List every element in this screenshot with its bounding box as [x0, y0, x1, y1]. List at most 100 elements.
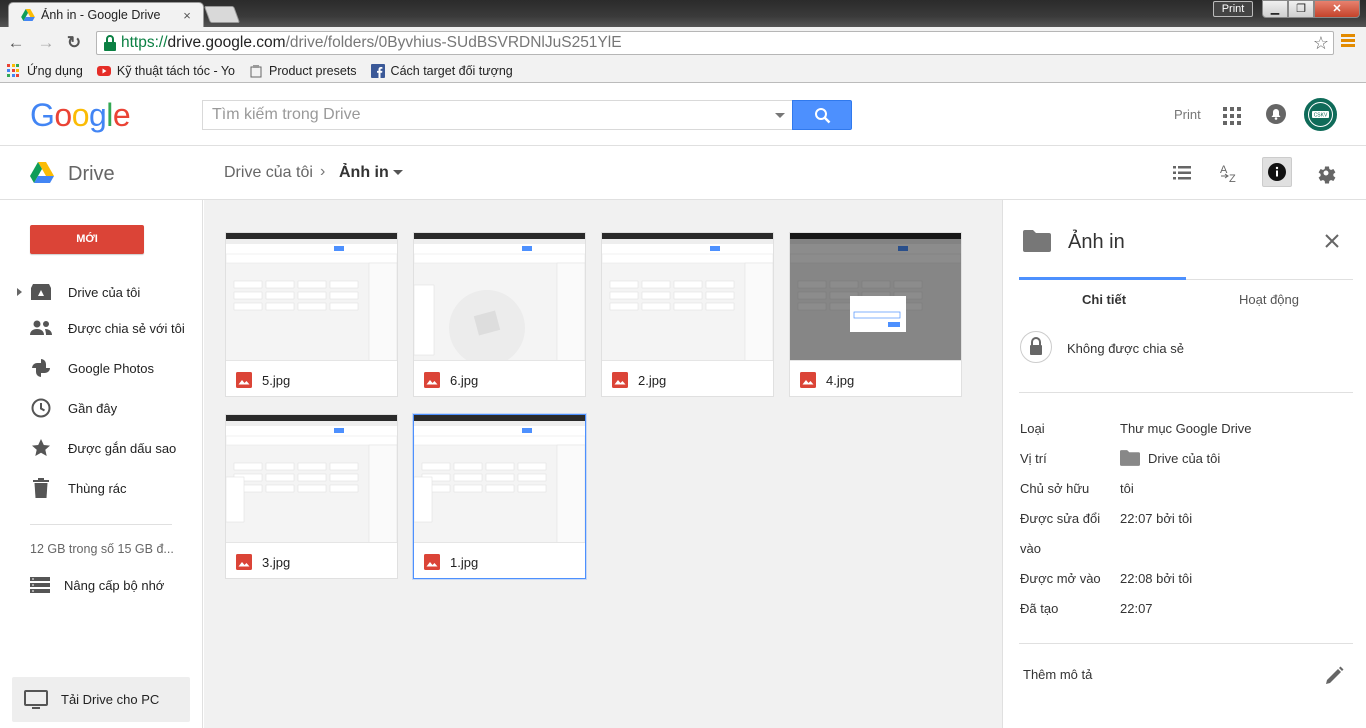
- sidebar-divider: [30, 524, 172, 525]
- edit-pencil-icon[interactable]: [1324, 666, 1344, 686]
- bookmark-product-presets[interactable]: Product presets: [249, 64, 357, 78]
- image-file-icon: [236, 554, 252, 570]
- image-file-icon: [424, 372, 440, 388]
- file-name: 2.jpg: [638, 373, 667, 388]
- browser-menu-icon[interactable]: [1341, 34, 1355, 52]
- drive-app-name[interactable]: Drive: [68, 163, 115, 186]
- upgrade-label: Nâng cấp bộ nhớ: [64, 577, 165, 593]
- sidebar-item-label: Drive của tôi: [68, 284, 141, 300]
- close-window-button[interactable]: ✕: [1314, 0, 1360, 18]
- prop-owner-value: tôi: [1120, 481, 1134, 496]
- folder-icon: [1023, 230, 1051, 252]
- recent-clock-icon: [30, 397, 52, 419]
- prop-location-link[interactable]: Drive của tôi: [1120, 450, 1220, 466]
- browser-tab[interactable]: Ảnh in - Google Drive ×: [8, 2, 204, 27]
- file-card[interactable]: 3.jpg: [225, 414, 398, 579]
- file-card[interactable]: 4.jpg: [789, 232, 962, 397]
- file-name: 5.jpg: [262, 373, 291, 388]
- starred-icon: [30, 437, 52, 459]
- logo-letter: G: [30, 97, 55, 133]
- expand-arrow-icon[interactable]: [17, 288, 22, 296]
- shared-with-me-icon: [30, 317, 52, 339]
- bookmark-star-icon[interactable]: ☆: [1313, 33, 1329, 54]
- file-card[interactable]: 5.jpg: [225, 232, 398, 397]
- logo-letter: g: [88, 97, 107, 133]
- browser-toolbar: ← → ↻ https://drive.google.com/drive/fol…: [0, 27, 1366, 59]
- drive-logo-icon[interactable]: [30, 162, 54, 183]
- logo-letter: l: [106, 97, 113, 133]
- breadcrumb-current-folder[interactable]: Ảnh in: [339, 164, 389, 182]
- google-photos-icon: [30, 357, 52, 379]
- url-host: drive.google.com: [167, 34, 286, 51]
- page-icon: [250, 64, 262, 77]
- search-placeholder: Tìm kiếm trong Drive: [212, 106, 361, 123]
- file-card[interactable]: 2.jpg: [601, 232, 774, 397]
- new-tab-button[interactable]: [203, 6, 241, 23]
- file-thumbnail: [602, 233, 773, 361]
- bookmark-facebook[interactable]: Cách target đối tượng: [370, 63, 513, 78]
- breadcrumb-my-drive[interactable]: Drive của tôi: [224, 164, 313, 182]
- address-bar[interactable]: https://drive.google.com/drive/folders/0…: [96, 31, 1334, 55]
- bookmark-youtube[interactable]: Kỹ thuật tách tóc - Yo: [96, 63, 235, 78]
- prop-type-label: Loại: [1020, 421, 1045, 436]
- maximize-button[interactable]: ❐: [1288, 0, 1314, 18]
- file-grid: 5.jpg 6.jpg 2.jpg 4.jpg 3.jpg 1.jpg: [204, 200, 1002, 728]
- details-title: Ảnh in: [1068, 231, 1125, 253]
- list-view-icon[interactable]: [1170, 161, 1194, 185]
- window-print-button[interactable]: Print: [1213, 1, 1253, 17]
- sidebar-item-trash[interactable]: Thùng rác: [0, 473, 203, 503]
- trash-icon: [30, 477, 52, 499]
- prop-owner-label: Chủ sở hữu: [1020, 481, 1090, 496]
- image-file-icon: [800, 372, 816, 388]
- tab-details[interactable]: Chi tiết: [1082, 292, 1126, 307]
- prop-created-label: Đã tạo: [1020, 601, 1059, 616]
- prop-modified-label-cont: vào: [1020, 541, 1041, 556]
- notifications-bell-icon[interactable]: [1266, 104, 1286, 124]
- forward-button[interactable]: →: [36, 33, 56, 53]
- bookmark-label: Ứng dụng: [27, 63, 83, 78]
- avatar-text: CSKV: [1314, 113, 1328, 119]
- google-logo[interactable]: Google: [30, 97, 131, 134]
- search-button[interactable]: [792, 100, 852, 130]
- sharing-status: Không được chia sẻ: [1067, 341, 1184, 356]
- minimize-button[interactable]: ▁: [1262, 0, 1288, 18]
- sidebar-item-photos[interactable]: Google Photos: [0, 353, 203, 383]
- bookmark-apps[interactable]: Ứng dụng: [7, 63, 83, 78]
- search-options-icon[interactable]: [775, 113, 785, 118]
- upgrade-storage-link[interactable]: Nâng cấp bộ nhớ: [30, 574, 200, 596]
- file-card[interactable]: 6.jpg: [413, 232, 586, 397]
- bookmark-label: Kỹ thuật tách tóc - Yo: [116, 63, 235, 78]
- secure-lock-icon: [104, 35, 116, 51]
- sidebar-item-recent[interactable]: Gần đây: [0, 393, 203, 423]
- search-input[interactable]: Tìm kiếm trong Drive: [202, 100, 793, 130]
- logo-letter: o: [71, 97, 90, 133]
- settings-gear-icon[interactable]: [1314, 161, 1338, 185]
- sidebar-item-shared[interactable]: Được chia sẻ với tôi: [0, 313, 203, 343]
- prop-opened-label: Được mở vào: [1020, 571, 1101, 586]
- download-drive-pc-button[interactable]: Tải Drive cho PC: [12, 677, 190, 722]
- youtube-icon: [96, 65, 111, 76]
- browser-titlebar: Ảnh in - Google Drive × Print ▁ ❐ ✕: [0, 0, 1366, 27]
- google-apps-icon[interactable]: [1223, 107, 1241, 125]
- details-toggle-button[interactable]: [1262, 157, 1292, 187]
- back-button[interactable]: ←: [6, 33, 26, 53]
- sidebar-item-my-drive[interactable]: Drive của tôi: [0, 277, 203, 307]
- sidebar-item-label: Được chia sẻ với tôi: [68, 320, 185, 336]
- details-divider: [1019, 643, 1353, 644]
- svg-text:A: A: [1220, 164, 1228, 176]
- sidebar-item-starred[interactable]: Được gắn dấu sao: [0, 433, 203, 463]
- new-button[interactable]: MỚI: [30, 225, 144, 254]
- reload-button[interactable]: ↻: [64, 33, 84, 53]
- sort-az-icon[interactable]: AZ: [1218, 161, 1242, 185]
- add-description-field[interactable]: Thêm mô tả: [1023, 667, 1092, 682]
- breadcrumb-chevron-icon: ›: [320, 163, 326, 180]
- tab-activity[interactable]: Hoạt động: [1239, 292, 1299, 307]
- account-avatar[interactable]: CSKV: [1304, 98, 1337, 131]
- drive-favicon-icon: [21, 9, 35, 21]
- folder-menu-caret-icon[interactable]: [393, 170, 403, 175]
- tab-close-icon[interactable]: ×: [179, 8, 195, 23]
- file-card[interactable]: 1.jpg: [413, 414, 586, 579]
- prop-location-label: Vị trí: [1020, 451, 1047, 466]
- close-icon[interactable]: [1323, 232, 1341, 250]
- print-link[interactable]: Print: [1174, 107, 1201, 122]
